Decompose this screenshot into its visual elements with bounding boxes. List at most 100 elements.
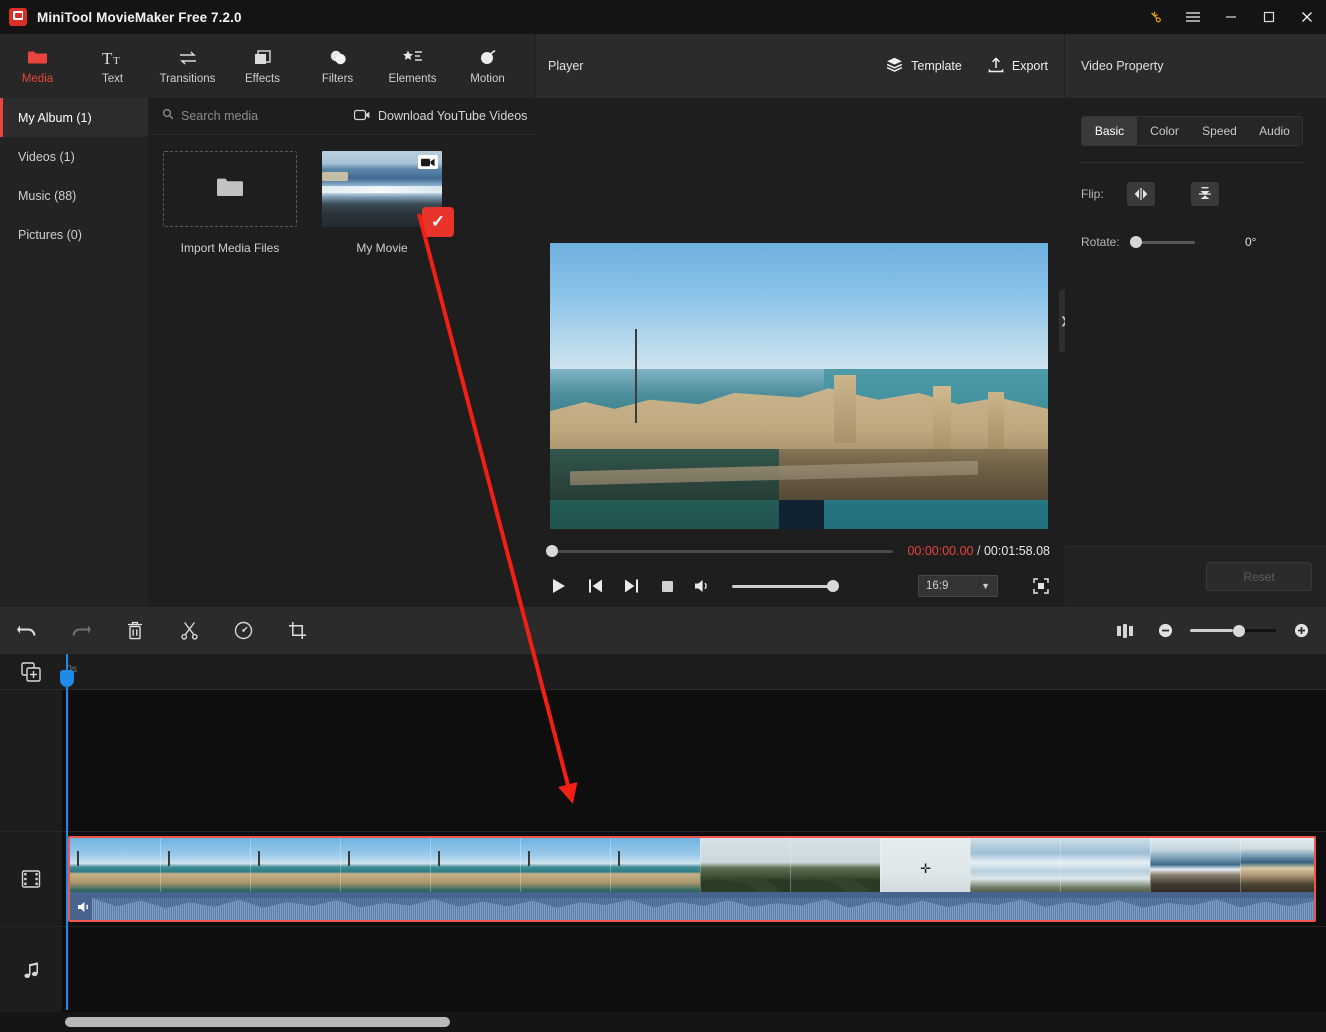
- zoom-out-icon[interactable]: [1154, 607, 1176, 654]
- playhead[interactable]: [60, 654, 74, 1010]
- tab-label: Audio: [1259, 124, 1290, 138]
- flip-vertical-icon[interactable]: [1191, 182, 1219, 206]
- album-item-my-album[interactable]: My Album (1): [0, 98, 148, 137]
- key-icon[interactable]: ⚷: [1136, 0, 1174, 34]
- flip-horizontal-icon[interactable]: [1127, 182, 1155, 206]
- window-title: MiniTool MovieMaker Free 7.2.0: [37, 9, 242, 25]
- ribbon-label: Motion: [470, 73, 505, 85]
- zoom-in-icon[interactable]: [1290, 607, 1312, 654]
- tab-speed[interactable]: Speed: [1192, 117, 1247, 145]
- zoom-knob[interactable]: [1233, 624, 1245, 637]
- clip-frame: [430, 838, 520, 896]
- search-icon: [162, 107, 174, 125]
- album-item-pictures[interactable]: Pictures (0): [0, 215, 148, 254]
- maximize-icon[interactable]: [1250, 0, 1288, 34]
- rotate-knob[interactable]: [1130, 236, 1142, 248]
- undo-button[interactable]: [0, 607, 54, 654]
- ribbon-item-motion[interactable]: Motion: [450, 34, 525, 98]
- tab-label: Speed: [1202, 124, 1237, 138]
- ribbon-item-text[interactable]: TT Text: [75, 34, 150, 98]
- timeline-clip-my-movie[interactable]: [68, 836, 1316, 922]
- clip-frame: [250, 838, 340, 896]
- timeline-zoom-slider[interactable]: [1190, 624, 1276, 637]
- tab-basic[interactable]: Basic: [1082, 117, 1137, 145]
- ribbon-item-media[interactable]: Media: [0, 34, 75, 98]
- media-thumbnail[interactable]: ✓: [322, 151, 454, 237]
- ribbon-item-effects[interactable]: Effects: [225, 34, 300, 98]
- youtube-download-icon: [353, 109, 370, 124]
- progress-slider[interactable]: [546, 545, 894, 557]
- audio-track-body[interactable]: [62, 927, 1326, 1014]
- clip-frame: [610, 838, 700, 896]
- ribbon-item-elements[interactable]: Elements: [375, 34, 450, 98]
- playhead-handle[interactable]: [60, 670, 74, 687]
- aspect-ratio-select[interactable]: 16:9 ▼: [918, 575, 998, 597]
- hamburger-menu-icon[interactable]: [1174, 0, 1212, 34]
- tab-color[interactable]: Color: [1137, 117, 1192, 145]
- folder-icon: [27, 47, 48, 68]
- volume-knob[interactable]: [827, 580, 839, 592]
- album-item-videos[interactable]: Videos (1): [0, 137, 148, 176]
- skip-next-icon[interactable]: [622, 577, 640, 595]
- import-media-cell[interactable]: Import Media Files: [163, 151, 297, 255]
- scrollbar-thumb[interactable]: [65, 1017, 450, 1027]
- album-list: My Album (1) Videos (1) Music (88) Pictu…: [0, 98, 148, 606]
- timeline-zoom-controls: [1110, 607, 1326, 654]
- transitions-icon: [177, 47, 199, 68]
- split-button[interactable]: [162, 607, 216, 654]
- music-note-icon: [0, 927, 62, 1014]
- video-camera-icon: [418, 155, 438, 169]
- preview-sky: [550, 243, 1048, 369]
- fullscreen-icon[interactable]: [1032, 577, 1050, 595]
- property-footer: Reset: [1065, 546, 1326, 606]
- skip-previous-icon[interactable]: [586, 577, 604, 595]
- video-track-body[interactable]: [62, 832, 1326, 926]
- crop-button[interactable]: [270, 607, 324, 654]
- ribbon-label: Transitions: [159, 73, 216, 85]
- play-icon[interactable]: [550, 577, 568, 595]
- stop-icon[interactable]: [658, 577, 676, 595]
- rotate-slider[interactable]: [1130, 236, 1195, 248]
- media-item-my-movie[interactable]: ✓ My Movie: [315, 151, 454, 255]
- time-separator: /: [976, 544, 981, 558]
- download-youtube-label: Download YouTube Videos: [378, 109, 528, 123]
- text-track-body[interactable]: [62, 690, 1326, 831]
- ribbon-label: Text: [101, 73, 124, 85]
- import-media-files-button[interactable]: [163, 151, 297, 227]
- ribbon-item-transitions[interactable]: Transitions: [150, 34, 225, 98]
- close-icon[interactable]: [1288, 0, 1326, 34]
- reset-button[interactable]: Reset: [1206, 562, 1312, 591]
- volume-slider[interactable]: [732, 580, 839, 592]
- minimize-icon[interactable]: [1212, 0, 1250, 34]
- filters-icon: [328, 47, 348, 68]
- timeline-horizontal-scrollbar[interactable]: [0, 1012, 1326, 1032]
- tab-audio[interactable]: Audio: [1247, 117, 1302, 145]
- media-panel: My Album (1) Videos (1) Music (88) Pictu…: [0, 98, 535, 606]
- main-nav-ribbon: Media TT Text Transitions Effects Filter…: [0, 34, 535, 98]
- speed-button[interactable]: [216, 607, 270, 654]
- search-input[interactable]: Search media: [162, 107, 322, 125]
- video-preview[interactable]: [550, 243, 1048, 529]
- ribbon-label: Elements: [388, 73, 437, 85]
- ribbon-item-filters[interactable]: Filters: [300, 34, 375, 98]
- album-item-music[interactable]: Music (88): [0, 176, 148, 215]
- fit-timeline-icon[interactable]: [1110, 607, 1140, 654]
- add-track-icon[interactable]: [0, 654, 62, 690]
- ruler-scale[interactable]: 0s: [62, 654, 1326, 690]
- player-header-actions: Template Export: [886, 56, 1048, 76]
- redo-button[interactable]: [54, 607, 108, 654]
- progress-knob[interactable]: [546, 545, 558, 557]
- delete-button[interactable]: [108, 607, 162, 654]
- template-button[interactable]: Template: [886, 57, 962, 75]
- timeline: 0s: [0, 654, 1326, 1032]
- thumbnail-detail: [322, 185, 442, 193]
- zoom-fill: [1190, 629, 1233, 632]
- svg-text:T: T: [102, 49, 113, 67]
- clip-volume-icon[interactable]: [76, 898, 94, 916]
- player-title: Player: [548, 59, 584, 73]
- volume-icon[interactable]: [694, 577, 712, 595]
- export-button[interactable]: Export: [988, 56, 1048, 76]
- flip-label: Flip:: [1081, 187, 1104, 201]
- download-youtube-button[interactable]: Download YouTube Videos: [353, 109, 528, 124]
- app-window: MiniTool MovieMaker Free 7.2.0 ⚷ Media T…: [0, 0, 1326, 1032]
